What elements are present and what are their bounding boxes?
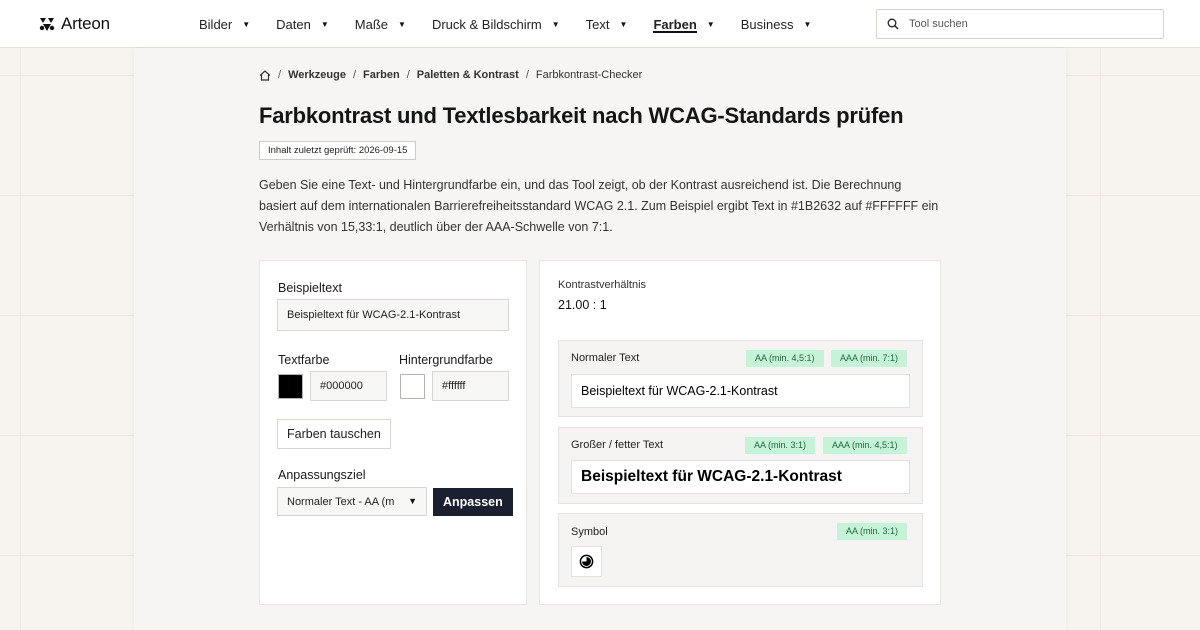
nav-item-label: Maße [354,16,389,32]
pass-badge-aa: AA (min. 3:1) [745,437,816,454]
nav-item-bilder[interactable]: Bilder ▼ [199,0,250,48]
pass-badge-aa: AA (min. 3:1) [837,523,908,540]
search-icon [887,18,899,30]
page-title: Farbkontrast und Textlesbarkeit nach WCA… [259,103,904,128]
result-title: Normaler Text [571,352,640,364]
breadcrumb-link[interactable]: Farben [363,69,400,81]
chevron-down-icon: ▼ [706,19,715,29]
sample-text-input[interactable]: Beispieltext für WCAG-2.1-Kontrast [277,299,509,331]
adjustment-target-label: Anpassungsziel [278,468,366,482]
breadcrumb-link[interactable]: Paletten & Kontrast [417,69,519,81]
nav-item-label: Druck & Bildschirm [431,16,542,32]
top-navigation-bar: Arteon Bilder ▼ Daten ▼ Maße ▼ Druck & B… [0,0,1200,48]
chevron-down-icon: ▼ [398,19,406,29]
chevron-down-icon: ▼ [408,496,417,506]
nav-item-masse[interactable]: Maße ▼ [355,0,406,48]
chevron-down-icon: ▼ [242,19,251,29]
nav-item-business[interactable]: Business ▼ [741,0,812,48]
result-title: Symbol [571,526,608,538]
last-updated-badge: Inhalt zuletzt geprüft: 2026-09-15 [259,141,417,160]
nav-item-label: Text [585,16,610,32]
nav-item-daten[interactable]: Daten ▼ [276,0,329,48]
breadcrumb-separator: / [406,69,410,81]
background-color-swatch[interactable] [400,374,425,399]
contrast-icon [579,554,594,569]
adjustment-target-select[interactable]: Normaler Text - AA (m ▼ [277,487,427,516]
search-box [876,9,1164,39]
nav-item-farben[interactable]: Farben ▼ [653,0,715,48]
adjust-button[interactable]: Anpassen [433,488,513,516]
nav-item-label: Bilder [199,16,233,32]
brand-name: Arteon [61,14,110,33]
nav-item-druck-bildschirm[interactable]: Druck & Bildschirm ▼ [432,0,560,48]
text-color-hex-input[interactable]: #000000 [310,371,387,401]
intro-paragraph: Geben Sie eine Text- und Hintergrundfarb… [259,178,939,234]
chevron-down-icon: ▼ [803,19,812,29]
swap-colors-button[interactable]: Farben tauschen [277,419,391,449]
pass-badge-aa: AA (min. 4,5:1) [746,350,824,367]
nav-item-text[interactable]: Text ▼ [586,0,628,48]
breadcrumb-separator: / [352,69,356,81]
breadcrumb-current: Farbkontrast-Checker [535,69,643,81]
chevron-down-icon: ▼ [619,19,628,29]
search-input[interactable] [909,18,1149,30]
breadcrumb-link[interactable]: Werkzeuge [288,69,346,81]
chevron-down-icon: ▼ [551,19,560,29]
breadcrumb-separator: / [278,69,282,81]
nav-item-label: Daten [276,16,311,32]
contrast-ratio-label: Kontrastverhältnis [558,279,647,291]
large-text-result: Großer / fetter Text AA (min. 3:1) AAA (… [558,427,923,504]
breadcrumb-separator: / [525,69,529,81]
select-value: Normaler Text - AA (m [287,495,395,508]
main-nav: Bilder ▼ Daten ▼ Maße ▼ Druck & Bildschi… [199,0,837,48]
sample-text-label: Beispieltext [278,281,342,295]
symbol-result: Symbol AA (min. 3:1) [558,513,923,587]
normal-text-result: Normaler Text AA (min. 4,5:1) AAA (min. … [558,340,923,417]
background-color-label: Hintergrundfarbe [399,353,493,367]
text-color-swatch[interactable] [278,374,303,399]
result-title: Großer / fetter Text [571,439,664,451]
breadcrumb: / Werkzeuge / Farben / Paletten & Kontra… [259,69,642,81]
pass-badge-aaa: AAA (min. 7:1) [831,350,908,367]
symbol-preview [571,546,602,577]
nav-item-label: Farben [653,16,697,32]
large-text-preview: Beispieltext für WCAG-2.1-Kontrast [571,460,910,494]
text-color-label: Textfarbe [278,353,330,367]
brand-logo[interactable]: Arteon [39,14,110,34]
home-icon[interactable] [259,69,271,81]
background-color-hex-input[interactable]: #ffffff [432,371,509,401]
logo-icon [39,18,55,31]
normal-text-preview: Beispieltext für WCAG-2.1-Kontrast [571,374,910,408]
chevron-down-icon: ▼ [320,19,329,29]
contrast-ratio-value: 21.00 : 1 [558,298,607,312]
nav-item-label: Business [740,16,794,32]
pass-badge-aaa: AAA (min. 4,5:1) [823,437,907,454]
